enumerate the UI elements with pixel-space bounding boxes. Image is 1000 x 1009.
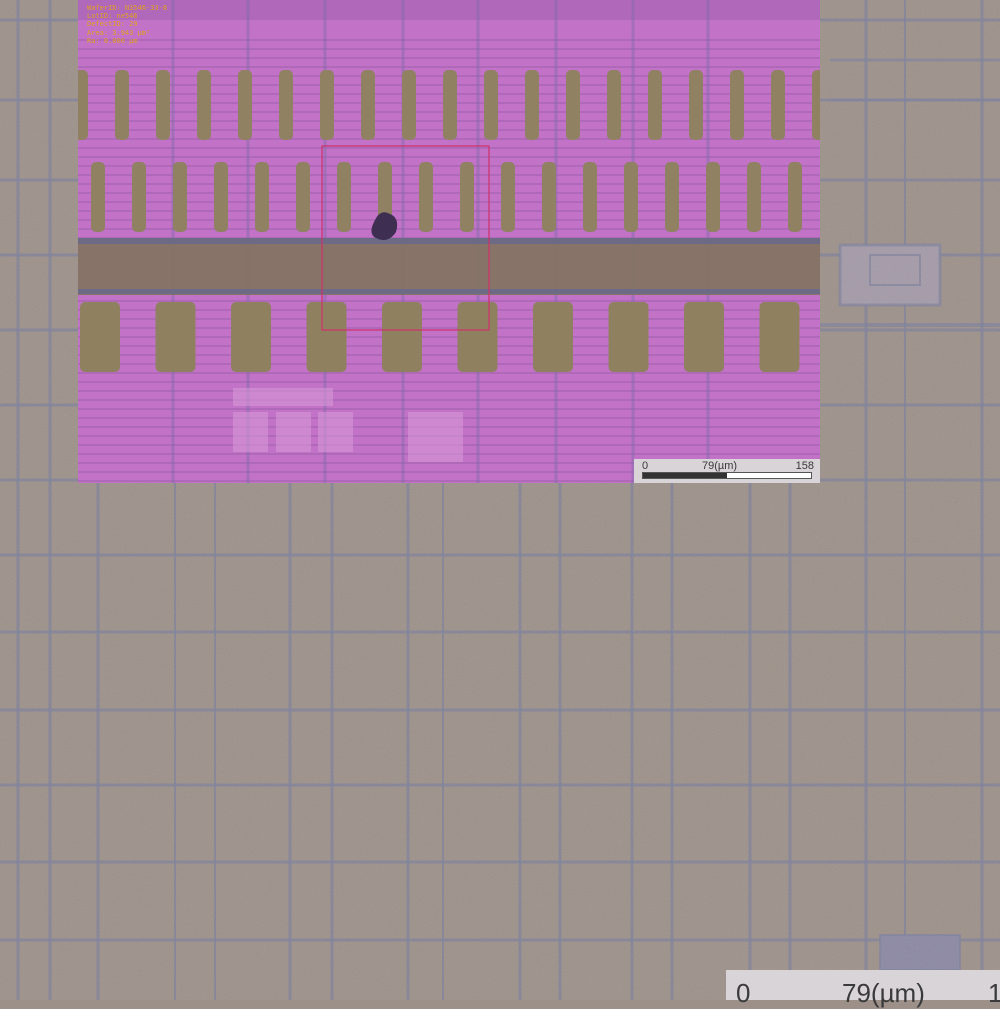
contact xyxy=(788,162,802,232)
contact xyxy=(583,162,597,232)
contact xyxy=(279,70,293,140)
contact xyxy=(238,70,252,140)
meta-ra: Ra: 0.000 µm xyxy=(87,36,138,45)
contact xyxy=(747,162,761,232)
meta-wafer-id: WaferID: N3546-33-8 xyxy=(87,4,168,12)
contact xyxy=(812,70,820,140)
bus-line-edge xyxy=(78,238,820,244)
contact xyxy=(566,70,580,140)
contact xyxy=(419,162,433,232)
contact xyxy=(91,162,105,232)
contact xyxy=(361,70,375,140)
scale-mid-label: 79(µm) xyxy=(702,460,738,472)
contact xyxy=(337,162,351,232)
contact xyxy=(607,70,621,140)
pad xyxy=(231,302,271,372)
contact xyxy=(156,70,170,140)
main-scale-bar: 0 79(µm) 1 xyxy=(726,970,1000,1008)
pad xyxy=(382,302,422,372)
meta-area: Area: 3.943 µm² xyxy=(87,28,151,37)
meta-lot-id: LotID: ne546 xyxy=(87,12,138,21)
inspection-metadata: WaferID: N3546-33-8 LotID: ne546 DefectI… xyxy=(87,4,167,45)
pad xyxy=(759,302,800,372)
contact xyxy=(197,70,211,140)
contact xyxy=(460,162,474,232)
inset-image xyxy=(78,0,820,483)
pad xyxy=(306,302,347,372)
contact xyxy=(665,162,679,232)
contact xyxy=(255,162,269,232)
scale-end-label: 158 xyxy=(795,460,814,472)
contact xyxy=(296,162,310,232)
contact xyxy=(132,162,146,232)
contact xyxy=(214,162,228,232)
bus-line-edge xyxy=(78,289,820,294)
pad xyxy=(155,302,196,372)
inset-scale-bar: 0 79(µm) 158 xyxy=(634,459,820,483)
meta-defect-id: DefectID: 29 xyxy=(87,20,138,29)
bus-line xyxy=(78,240,820,295)
contact xyxy=(624,162,638,232)
scale-mid-label: 79(µm) xyxy=(842,978,925,1008)
contact xyxy=(525,70,539,140)
pad xyxy=(80,302,120,372)
contact xyxy=(484,70,498,140)
contact xyxy=(443,70,457,140)
contact xyxy=(173,162,187,232)
contact xyxy=(320,70,334,140)
contact xyxy=(542,162,556,232)
pad xyxy=(608,302,649,372)
pad xyxy=(533,302,573,372)
contact xyxy=(689,70,703,140)
inspection-inset: WaferID: N3546-33-8 LotID: ne546 DefectI… xyxy=(78,0,820,483)
contact xyxy=(771,70,785,140)
scale-bar-graphic xyxy=(642,472,812,479)
contact xyxy=(78,70,88,140)
pad xyxy=(684,302,724,372)
contact xyxy=(706,162,720,232)
contact xyxy=(501,162,515,232)
scale-start-label: 0 xyxy=(642,460,649,472)
contact xyxy=(115,70,129,140)
contact xyxy=(648,70,662,140)
contact xyxy=(730,70,744,140)
pad xyxy=(457,302,498,372)
contact xyxy=(402,70,416,140)
scale-end-label: 1 xyxy=(988,978,1000,1008)
scale-start-label: 0 xyxy=(736,978,751,1008)
